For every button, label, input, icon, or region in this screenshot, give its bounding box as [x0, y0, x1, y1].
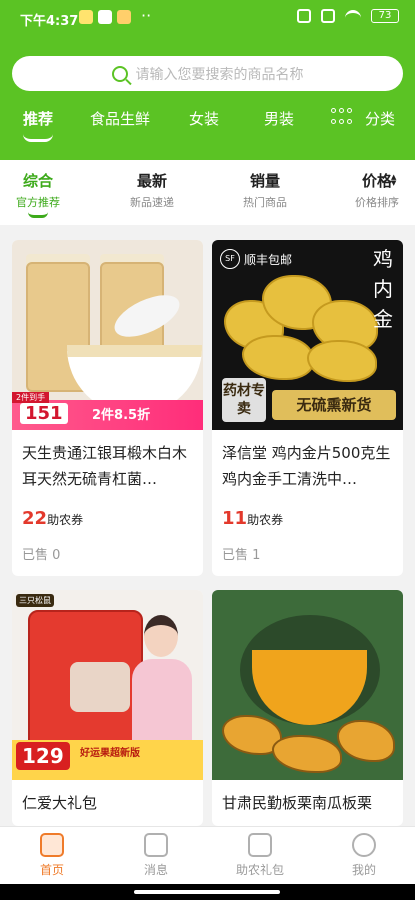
search-icon [111, 65, 128, 82]
product-image: SF 顺丰包邮 鸡内金 药材专卖 无硫熏新货 [212, 240, 403, 430]
shipping-text: 顺丰包邮 [244, 252, 293, 267]
promo-text: 好运果超新版 [80, 748, 140, 759]
battery-icon: 73 [371, 9, 399, 23]
home-gesture-bar[interactable] [134, 890, 280, 894]
category-tabs: 推荐 食品生鲜 女装 男装 分类 [0, 104, 415, 144]
bottom-tab-bar: 首页 消息 助农礼包 我的 [0, 826, 415, 884]
product-title: 仁爱大礼包 [22, 794, 98, 812]
coupon-info: 11助农券 [222, 508, 283, 529]
tab-profile[interactable]: 我的 [334, 833, 394, 878]
snack-bag [28, 610, 143, 755]
tab-label: 我的 [351, 863, 376, 877]
product-chip [307, 340, 377, 382]
promo-price: 151 [20, 403, 68, 424]
product-card[interactable]: SF 顺丰包邮 鸡内金 药材专卖 无硫熏新货 泽信堂 鸡内金片500克生鸡内金手… [212, 240, 403, 576]
promo-tag: 2件到手 [12, 392, 50, 403]
coupon-info: 22助农券 [22, 508, 83, 529]
message-icon [144, 833, 168, 857]
sort-sublabel: 新品速递 [130, 196, 174, 209]
promo-price: 129 [16, 742, 70, 770]
tab-label: 消息 [143, 863, 168, 877]
active-sort-indicator [28, 212, 48, 218]
status-time: 下午4:37 [20, 14, 79, 29]
sort-comprehensive[interactable]: 综合 官方推荐 [12, 170, 64, 210]
tab-categories[interactable]: 分类 [365, 108, 395, 129]
coupon-unit: 助农券 [47, 513, 84, 527]
more-notifications-icon: ·· [141, 6, 152, 25]
sort-sublabel: 热门商品 [243, 196, 287, 209]
product-image: 三只松鼠 129 好运果超新版 [12, 590, 203, 780]
herb-tag: 药材专卖 [222, 378, 266, 422]
shipping-badge: SF 顺丰包邮 [220, 248, 292, 270]
sulfur-free-tag: 无硫熏新货 [272, 390, 396, 420]
mute-icon [297, 9, 311, 23]
tab-label: 助农礼包 [235, 863, 284, 877]
promo-strip: 129 好运果超新版 [12, 740, 203, 780]
tab-messages[interactable]: 消息 [126, 833, 186, 878]
product-card[interactable]: 2件到手 151 2件8.5折 天生贵通江银耳椴木白木耳天然无硫青杠菌… 22助… [12, 240, 203, 576]
sold-count: 已售 1 [222, 548, 261, 563]
status-indicators: 73 [297, 9, 399, 23]
status-bar: 下午4:37 ·· 73 [0, 0, 415, 36]
sort-label: 销量 [249, 172, 280, 190]
coupon-value: 11 [222, 508, 248, 529]
sort-label: 最新 [136, 172, 167, 190]
model-head [144, 615, 178, 657]
product-title: 甘肃民勤板栗南瓜板栗 [222, 794, 373, 812]
sort-newest[interactable]: 最新 新品速递 [124, 170, 180, 210]
tab-label: 首页 [39, 863, 64, 877]
home-icon [40, 833, 64, 857]
app-header: 下午4:37 ·· 73 请输入您要搜索的商品名称 推荐 食品生鲜 女装 男装 … [0, 0, 415, 160]
bag-mascot [70, 662, 130, 712]
tab-mens[interactable]: 男装 [264, 108, 294, 129]
gift-icon [248, 833, 272, 857]
active-tab-indicator [23, 134, 53, 142]
promo-deal: 2件8.5折 [92, 408, 151, 423]
sort-sales[interactable]: 销量 热门商品 [236, 170, 294, 210]
category-grid-icon[interactable] [331, 108, 353, 126]
coupon-unit: 助农券 [247, 513, 284, 527]
system-nav-bar [0, 884, 415, 900]
product-image [212, 590, 403, 780]
sold-count: 已售 0 [22, 548, 61, 563]
tab-gift-pack[interactable]: 助农礼包 [230, 833, 290, 878]
pumpkin-slice [272, 735, 342, 773]
sort-bar: 综合 官方推荐 最新 新品速递 销量 热门商品 价格 价格排序 ▲ ▼ [0, 160, 415, 225]
product-title: 天生贵通江银耳椴木白木耳天然无硫青杠菌… [22, 444, 188, 488]
wifi-icon [345, 10, 361, 22]
sort-sublabel: 官方推荐 [16, 196, 60, 209]
tab-womens[interactable]: 女装 [189, 108, 219, 129]
product-chip [242, 335, 314, 380]
sim-icon [321, 9, 335, 23]
tab-recommend[interactable]: 推荐 [23, 108, 53, 129]
product-card[interactable]: 甘肃民勤板栗南瓜板栗 [212, 590, 403, 826]
brand-label: 三只松鼠 [16, 594, 54, 607]
coupon-value: 22 [22, 508, 48, 529]
pumpkin-slice [337, 720, 395, 762]
sort-label: 综合 [22, 172, 53, 190]
tab-food-fresh[interactable]: 食品生鲜 [90, 108, 150, 129]
product-card[interactable]: 三只松鼠 129 好运果超新版 仁爱大礼包 [12, 590, 203, 826]
product-title: 泽信堂 鸡内金片500克生鸡内金手工清洗中… [222, 444, 391, 488]
product-image: 2件到手 151 2件8.5折 [12, 240, 203, 430]
search-placeholder: 请输入您要搜索的商品名称 [135, 66, 304, 83]
notification-app-icon [98, 10, 112, 24]
search-bar[interactable]: 请输入您要搜索的商品名称 [12, 56, 403, 91]
tab-home[interactable]: 首页 [22, 833, 82, 878]
vertical-product-name: 鸡内金 [373, 247, 393, 331]
sort-label: 价格 [361, 172, 392, 190]
notification-app-icon [117, 10, 131, 24]
sort-price[interactable]: 价格 价格排序 [348, 170, 406, 210]
sort-sublabel: 价格排序 [355, 196, 399, 209]
notification-app-icon [79, 10, 93, 24]
price-sort-arrows-icon: ▲ ▼ [391, 173, 397, 187]
profile-icon [352, 833, 376, 857]
promo-strip: 2件到手 151 2件8.5折 [12, 392, 203, 430]
sf-logo: SF [220, 249, 240, 269]
